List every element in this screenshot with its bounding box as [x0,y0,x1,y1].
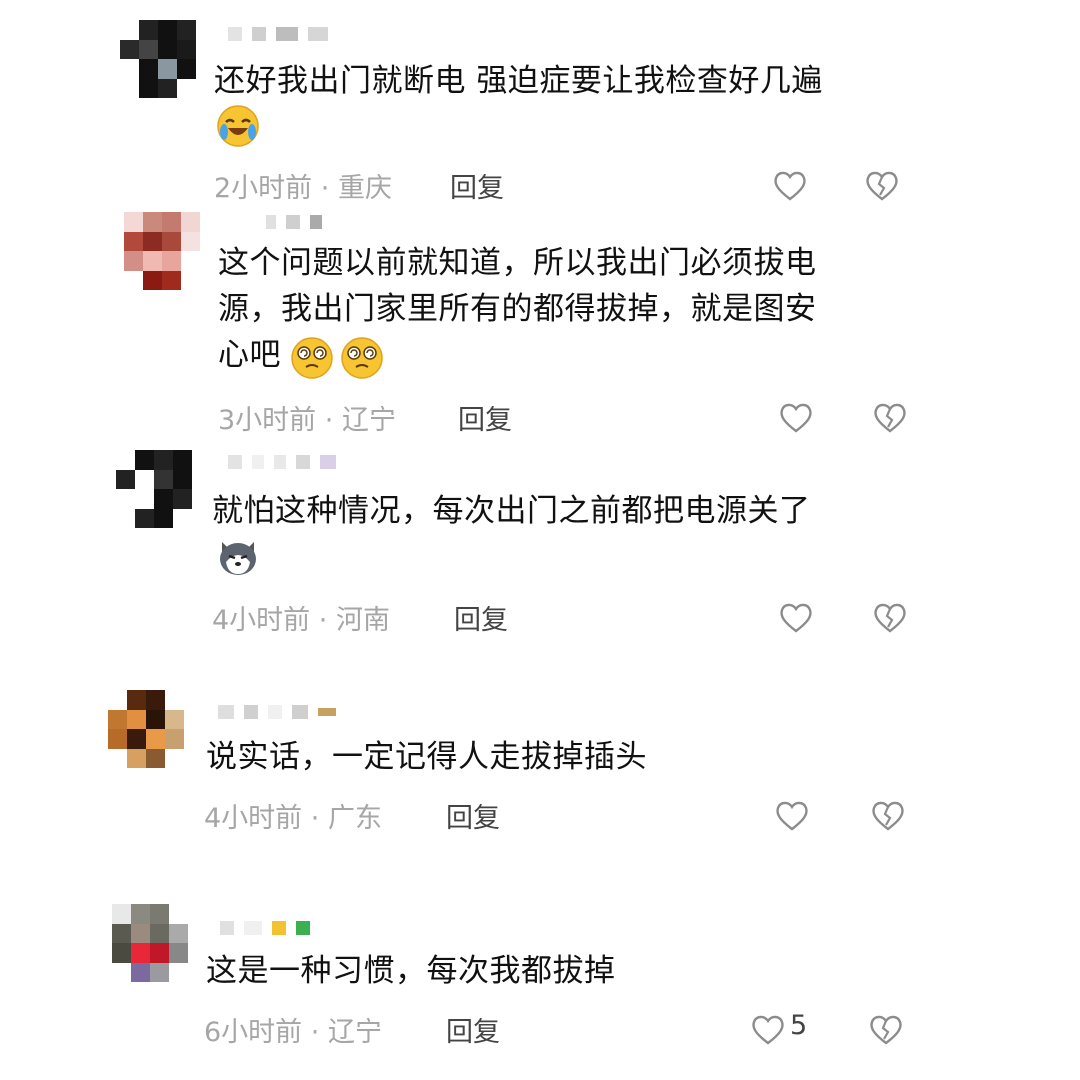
broken-heart-icon[interactable] [864,168,900,204]
broken-heart-icon[interactable] [872,600,908,636]
meta-separator: · [318,605,328,636]
emoji-row [216,534,260,578]
username-blurred[interactable] [220,920,310,936]
comment-location: 重庆 [337,173,392,204]
reply-button[interactable]: 回复 [454,598,508,637]
username-blurred[interactable] [218,704,336,720]
comment-time: 2小时前 [214,173,313,204]
dizzy-face-emoji-icon [340,336,384,380]
laughing-crying-emoji-icon [216,104,260,148]
comment-location: 辽宁 [327,1017,382,1048]
comment-time: 4小时前 [212,605,311,636]
broken-heart-icon[interactable] [872,400,908,436]
heart-outline-icon[interactable] [750,1012,786,1048]
comment-location: 河南 [335,605,390,636]
heart-outline-icon[interactable] [774,798,810,834]
avatar[interactable] [124,212,200,290]
meta-separator: · [310,803,320,834]
like-count: 5 [790,1010,808,1041]
comment-location: 辽宁 [341,405,396,436]
comment-text: 这是一种习惯，每次我都拔掉 [206,953,616,989]
heart-outline-icon[interactable] [778,600,814,636]
comment-time: 3小时前 [218,405,317,436]
reply-button[interactable]: 回复 [458,398,512,437]
comment-meta: 4小时前 · 河南 [212,598,390,637]
heart-outline-icon[interactable] [778,400,814,436]
emoji-row [290,336,384,380]
comment-time: 6小时前 [204,1017,303,1048]
reply-button[interactable]: 回复 [450,166,504,205]
comment-meta: 3小时前 · 辽宁 [218,398,396,437]
broken-heart-icon[interactable] [870,798,906,834]
avatar[interactable] [108,690,184,768]
username-blurred[interactable] [228,454,336,470]
avatar[interactable] [116,450,192,528]
avatar[interactable] [112,904,188,982]
broken-heart-icon[interactable] [868,1012,904,1048]
comment-meta: 6小时前 · 辽宁 [204,1010,382,1049]
meta-separator: · [310,1017,320,1048]
meta-separator: · [324,405,334,436]
comment-meta: 2小时前 · 重庆 [214,166,392,205]
username-blurred[interactable] [228,26,328,42]
heart-outline-icon[interactable] [772,168,808,204]
avatar[interactable] [120,20,196,98]
comment-location: 广东 [327,803,382,834]
husky-face-emoji-icon [216,534,260,578]
reply-button[interactable]: 回复 [446,796,500,835]
comment-meta: 4小时前 · 广东 [204,796,382,835]
meta-separator: · [320,173,330,204]
comment-time: 4小时前 [204,803,303,834]
comment-text: 就怕这种情况，每次出门之前都把电源关了 [212,493,811,529]
emoji-row [216,104,260,148]
username-blurred[interactable] [266,214,322,230]
comment-text: 还好我出门就断电 强迫症要让我检查好几遍 [214,63,823,99]
reply-button[interactable]: 回复 [446,1010,500,1049]
dizzy-face-emoji-icon [290,336,334,380]
comment-text: 说实话，一定记得人走拔掉插头 [206,739,647,775]
